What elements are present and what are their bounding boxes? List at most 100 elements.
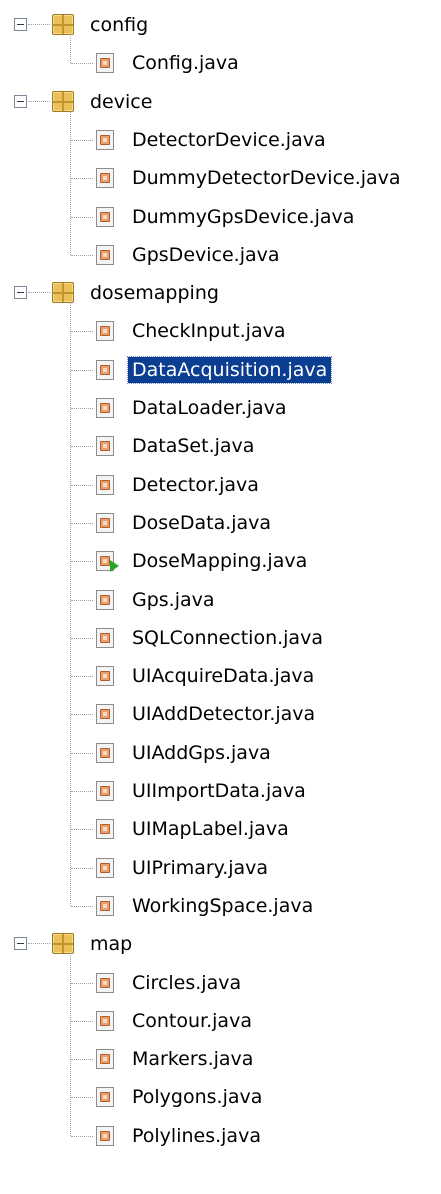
file-label[interactable]: UIAcquireData.java: [132, 663, 314, 689]
collapse-minus-icon[interactable]: [14, 94, 27, 108]
file-row[interactable]: UIPrimary.java: [0, 855, 441, 893]
tree-connector-line: [71, 829, 93, 831]
tree-connector-line: [71, 369, 93, 371]
file-label[interactable]: DummyDetectorDevice.java: [132, 165, 401, 191]
file-row[interactable]: WorkingSpace.java: [0, 893, 441, 931]
file-row[interactable]: Contour.java: [0, 1008, 441, 1046]
package-label[interactable]: map: [90, 931, 132, 957]
file-row[interactable]: Circles.java: [0, 970, 441, 1008]
package-icon: [52, 90, 74, 112]
file-label[interactable]: DataAcquisition.java: [126, 355, 333, 384]
tree-connector-line: [71, 1135, 93, 1137]
file-row[interactable]: DataLoader.java: [0, 395, 441, 433]
file-row[interactable]: UIImportData.java: [0, 778, 441, 816]
collapse-minus-icon[interactable]: [14, 286, 27, 300]
tree-connector-line: [71, 982, 93, 984]
file-label[interactable]: Circles.java: [132, 970, 241, 996]
package-icon: [52, 282, 74, 304]
file-row[interactable]: CheckInput.java: [0, 318, 441, 356]
tree-connector-line: [28, 292, 50, 294]
file-label[interactable]: UIImportData.java: [132, 778, 306, 804]
collapse-minus-icon[interactable]: [14, 937, 27, 951]
collapse-minus-icon[interactable]: [14, 18, 27, 31]
package-label[interactable]: dosemapping: [90, 280, 219, 306]
file-label[interactable]: Contour.java: [132, 1008, 252, 1034]
tree-connector-line: [71, 637, 93, 639]
tree-connector-line: [71, 599, 93, 601]
tree-connector-line: [71, 178, 93, 180]
file-row[interactable]: GpsDevice.java: [0, 242, 441, 280]
java-file-icon: [96, 398, 114, 418]
java-file-icon: [96, 972, 114, 993]
file-row[interactable]: Polylines.java: [0, 1123, 441, 1161]
file-label[interactable]: DoseMapping.java: [132, 548, 307, 574]
file-label[interactable]: DataSet.java: [132, 433, 254, 459]
file-row[interactable]: DummyGpsDevice.java: [0, 204, 441, 242]
run-badge-icon: [110, 560, 119, 573]
java-file-icon: [96, 359, 114, 380]
file-row[interactable]: DoseData.java: [0, 510, 441, 548]
file-label[interactable]: GpsDevice.java: [132, 242, 280, 268]
file-row[interactable]: UIAddDetector.java: [0, 701, 441, 739]
file-row[interactable]: Markers.java: [0, 1046, 441, 1084]
file-row[interactable]: Gps.java: [0, 587, 441, 625]
java-file-icon: [96, 857, 114, 878]
java-file-icon: [96, 589, 114, 610]
package-icon: [52, 933, 74, 955]
file-row[interactable]: DetectorDevice.java: [0, 127, 441, 165]
file-label[interactable]: UIAddDetector.java: [132, 701, 315, 727]
package-row-device[interactable]: device: [0, 89, 441, 127]
file-label[interactable]: DetectorDevice.java: [132, 127, 326, 153]
tree-connector-line: [71, 752, 93, 754]
file-label[interactable]: Polygons.java: [132, 1084, 262, 1110]
file-label[interactable]: DataLoader.java: [132, 395, 287, 421]
package-row-map[interactable]: map: [0, 931, 441, 969]
java-file-icon: [96, 895, 114, 916]
file-row[interactable]: DoseMapping.java: [0, 548, 441, 586]
file-label[interactable]: Detector.java: [132, 472, 259, 498]
java-file-icon: [96, 1087, 114, 1108]
file-row[interactable]: DataSet.java: [0, 433, 441, 471]
project-tree: config Config.java device DetectorDevice.ja…: [0, 0, 441, 1194]
java-file-icon: [96, 819, 114, 840]
file-row[interactable]: DataAcquisition.java: [0, 355, 441, 395]
file-row[interactable]: UIAcquireData.java: [0, 663, 441, 701]
package-label[interactable]: config: [90, 12, 148, 38]
file-label[interactable]: Markers.java: [132, 1046, 253, 1072]
file-label[interactable]: WorkingSpace.java: [132, 893, 313, 919]
file-label[interactable]: Polylines.java: [132, 1123, 261, 1149]
file-row[interactable]: Config.java: [0, 50, 441, 88]
java-file-icon: [96, 1049, 114, 1070]
file-row[interactable]: DummyDetectorDevice.java: [0, 165, 441, 203]
file-label[interactable]: Gps.java: [132, 587, 215, 613]
file-label[interactable]: UIMapLabel.java: [132, 816, 289, 842]
file-label[interactable]: Config.java: [132, 50, 239, 76]
tree-connector-line: [71, 446, 93, 448]
java-file-icon: [96, 666, 114, 687]
package-label[interactable]: device: [90, 89, 152, 115]
file-row[interactable]: UIAddGps.java: [0, 740, 441, 778]
package-row-config[interactable]: config: [0, 12, 441, 50]
file-label[interactable]: CheckInput.java: [132, 318, 286, 344]
tree-connector-line: [71, 905, 93, 907]
file-row[interactable]: Detector.java: [0, 472, 441, 510]
package-icon: [52, 14, 74, 35]
file-row[interactable]: Polygons.java: [0, 1084, 441, 1122]
java-file-icon: [96, 168, 114, 189]
tree-connector-line: [71, 216, 93, 218]
file-label[interactable]: SQLConnection.java: [132, 625, 323, 651]
tree-connector-line: [71, 331, 93, 333]
package-row-dosemapping[interactable]: dosemapping: [0, 280, 441, 318]
file-label[interactable]: DoseData.java: [132, 510, 271, 536]
tree-connector-line: [71, 1059, 93, 1061]
file-row[interactable]: UIMapLabel.java: [0, 816, 441, 854]
tree-connector-line: [71, 714, 93, 716]
java-file-icon: [96, 436, 114, 457]
file-label[interactable]: DummyGpsDevice.java: [132, 204, 354, 230]
tree-connector-line: [71, 522, 93, 524]
file-label[interactable]: UIPrimary.java: [132, 855, 268, 881]
java-file-icon: [96, 244, 114, 265]
file-label[interactable]: UIAddGps.java: [132, 740, 271, 766]
file-row[interactable]: SQLConnection.java: [0, 625, 441, 663]
tree-connector-line: [71, 408, 93, 409]
